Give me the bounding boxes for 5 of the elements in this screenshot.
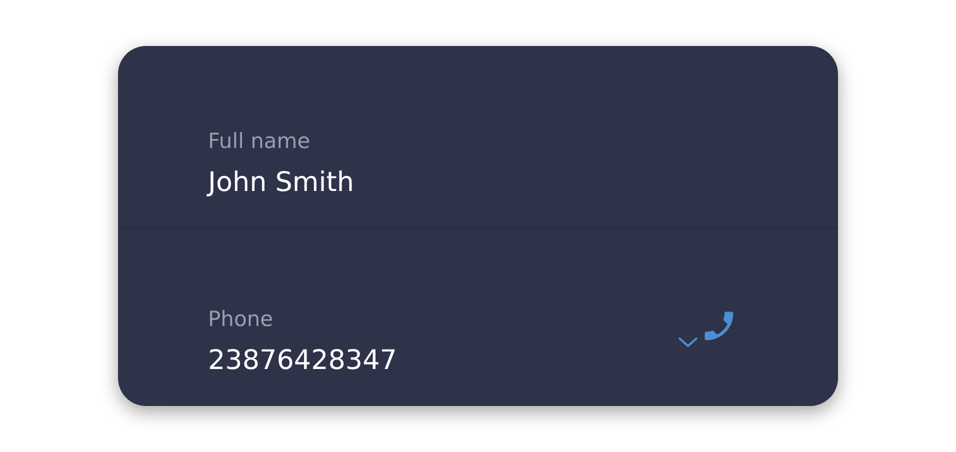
field-value: John Smith [208,167,354,198]
field-label: Phone [208,307,274,331]
field-value: 23876428347 [208,345,397,376]
field-label: Full name [208,129,310,153]
chevron-down-icon[interactable] [678,337,698,348]
